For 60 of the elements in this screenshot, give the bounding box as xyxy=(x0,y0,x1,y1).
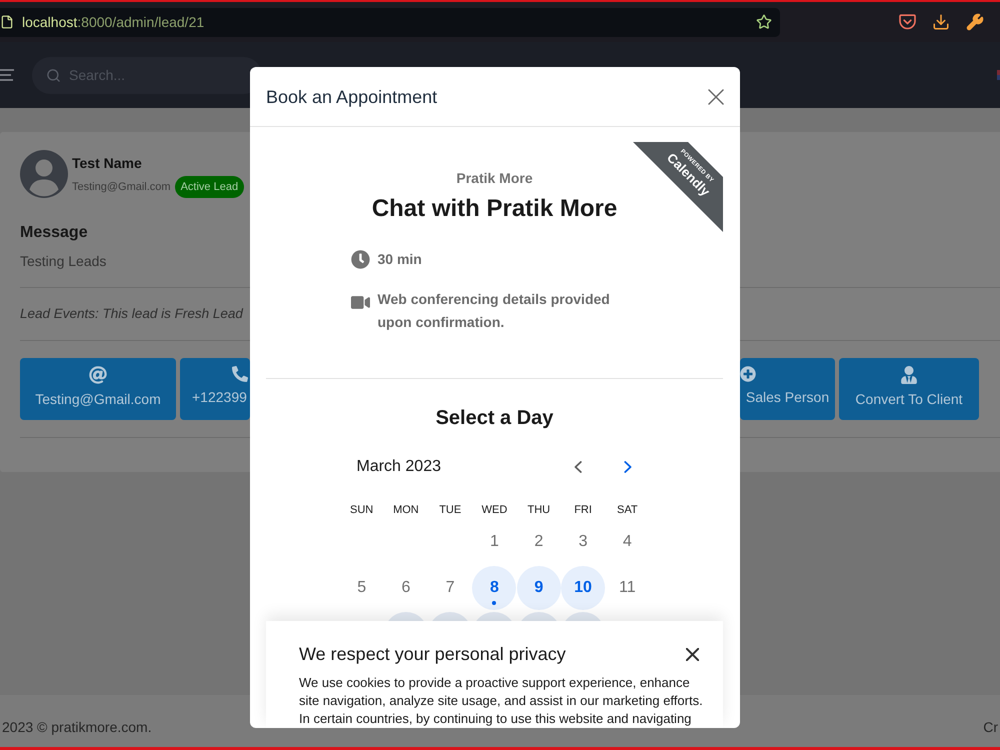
weekday-label: TUE xyxy=(438,503,462,518)
download-icon[interactable] xyxy=(932,13,950,31)
message-text: Testing Leads xyxy=(20,252,106,271)
cookie-text: We use cookies to provide a proactive support experience, enhance site navigation, analyze site usage, and assist in our marketing efforts. In certain countries, by continuing to use this website and navigating xyxy=(299,674,704,728)
email-button[interactable]: Testing@Gmail.com xyxy=(20,358,176,420)
day-number: 1 xyxy=(489,532,500,552)
footer-link[interactable]: Cr xyxy=(983,717,998,737)
avatar-icon xyxy=(20,150,68,198)
phone-button[interactable]: +122399 xyxy=(180,358,250,420)
url-text: localhost:8000/admin/lead/21 xyxy=(22,14,206,30)
phone-icon xyxy=(232,366,248,382)
copyright-text: 2023 © pratikmore.com. xyxy=(2,718,152,737)
host-name: Pratik More xyxy=(456,169,533,188)
weekday-label: FRI xyxy=(573,503,593,518)
day-number: 2 xyxy=(533,532,544,552)
weekday-label: THU xyxy=(526,503,552,518)
wrench-icon[interactable] xyxy=(966,13,984,31)
calendar-heading: Select a Day xyxy=(436,406,554,431)
weekday-label: SUN xyxy=(349,503,374,518)
cookie-close-button[interactable] xyxy=(686,648,699,660)
star-icon[interactable] xyxy=(756,14,772,30)
menu-icon[interactable] xyxy=(0,69,14,81)
month-label: March 2023 xyxy=(356,458,441,476)
day-button[interactable]: 9 xyxy=(516,566,561,610)
weekday-label: SAT xyxy=(616,503,639,518)
shield-icon[interactable] xyxy=(899,14,916,30)
chevron-left-icon xyxy=(574,461,582,473)
day-number: 11 xyxy=(618,578,637,598)
weekday-label: MON xyxy=(392,503,420,518)
day-number: 6 xyxy=(400,578,412,598)
sales-person-button[interactable]: Sales Person xyxy=(740,358,835,420)
day-number: 7 xyxy=(444,578,456,598)
weekday-label: WED xyxy=(480,503,508,518)
address-bar[interactable]: localhost:8000/admin/lead/21 xyxy=(0,8,780,36)
status-badge: Active Lead xyxy=(174,176,244,198)
lead-events-text: Lead Events: This lead is Fresh Lead xyxy=(20,305,243,323)
lead-name: Test Name xyxy=(72,154,142,172)
detail-text: Web conferencing details provided upon confirmation. xyxy=(378,290,611,332)
day-number: 4 xyxy=(622,532,633,552)
convert-client-button[interactable]: Convert To Client xyxy=(839,358,979,420)
user-tie-icon xyxy=(900,366,918,384)
day-number: 3 xyxy=(578,532,589,552)
video-camera-icon xyxy=(350,293,370,312)
lead-email: Testing@Gmail.com xyxy=(72,181,171,193)
page-icon xyxy=(0,15,14,29)
message-heading: Message xyxy=(20,223,88,243)
close-icon xyxy=(686,648,699,660)
search-icon xyxy=(46,68,61,82)
at-icon xyxy=(89,366,107,384)
cookie-title: We respect your personal privacy xyxy=(299,643,566,666)
close-button[interactable] xyxy=(708,88,724,104)
modal-title: Book an Appointment xyxy=(266,86,438,108)
event-title: Chat with Pratik More xyxy=(372,194,618,224)
clock-icon xyxy=(350,250,370,269)
detail-text: 30 min xyxy=(378,250,422,269)
day-button[interactable]: 8 xyxy=(472,566,516,610)
day-button[interactable]: 10 xyxy=(561,566,606,610)
chevron-right-icon xyxy=(624,461,632,473)
close-icon xyxy=(708,88,724,104)
day-number: 5 xyxy=(356,578,368,598)
